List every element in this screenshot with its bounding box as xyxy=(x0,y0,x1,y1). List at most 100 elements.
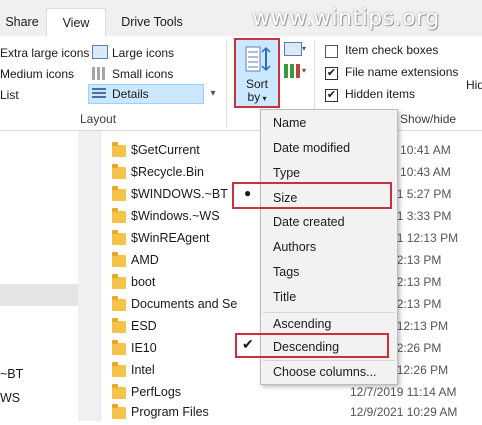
medium-icons-label: Medium icons xyxy=(0,67,75,81)
hidden-items-label: Hidden items xyxy=(345,87,416,101)
file-row[interactable]: Program Files 12/9/2021 10:29 AM xyxy=(112,403,482,425)
layout-extra-large-icons[interactable]: Extra large icons xyxy=(0,44,89,62)
layout-medium-icons[interactable]: Medium icons xyxy=(0,65,74,83)
details-label: Details xyxy=(112,87,149,101)
folder-icon xyxy=(112,340,126,355)
menu-item-label: Authors xyxy=(273,240,317,254)
ribbon-tab-bar: Share View Drive Tools www.wintips.org xyxy=(0,0,482,38)
add-columns-icon[interactable] xyxy=(284,64,300,78)
file-name: $Recycle.Bin xyxy=(131,165,204,179)
layout-list[interactable]: List xyxy=(0,86,19,104)
file-name: $Windows.~WS xyxy=(131,209,220,223)
file-name: Program Files xyxy=(131,405,209,419)
hidden-items-checkbox[interactable]: ✔ xyxy=(325,89,338,102)
add-columns-chevron-icon: ▾ xyxy=(302,66,307,75)
file-name: AMD xyxy=(131,253,159,267)
sort-by-chevron-icon: ▾ xyxy=(260,94,267,103)
small-icons-label: Small icons xyxy=(112,67,174,81)
hide-selected-label[interactable]: Hid xyxy=(466,76,482,94)
file-name: boot xyxy=(131,275,156,289)
menu-item-label: Title xyxy=(273,290,297,304)
group-by-icon[interactable] xyxy=(284,42,302,56)
sort-menu-item-date-modified[interactable]: Date modified xyxy=(261,137,397,159)
nav-item-ws[interactable]: WS xyxy=(0,391,20,405)
file-name: ESD xyxy=(131,319,157,333)
layout-large-icons[interactable]: Large icons xyxy=(112,44,174,62)
folder-shortcut-icon xyxy=(112,296,126,311)
sort-by-button[interactable]: Sort by ▾ xyxy=(234,38,280,108)
file-date: 12/7/2019 11:14 AM xyxy=(350,385,457,399)
nav-item-bt[interactable]: ~BT xyxy=(0,367,23,381)
details-icon xyxy=(92,88,106,100)
menu-item-label: Date modified xyxy=(273,141,351,155)
file-name: Intel xyxy=(131,363,155,377)
tab-view-label: View xyxy=(62,16,90,30)
sort-menu-item-title[interactable]: Title xyxy=(261,286,397,308)
folder-icon xyxy=(112,252,126,267)
folder-icon xyxy=(112,404,126,419)
navigation-scrollbar[interactable] xyxy=(78,131,100,421)
sort-by-line1: Sort xyxy=(245,77,268,91)
layout-group-label: Layout xyxy=(80,112,117,126)
file-name: $GetCurrent xyxy=(131,143,200,157)
checkmark-icon: ✔ xyxy=(242,336,254,352)
sort-menu-item-date-created[interactable]: Date created xyxy=(261,211,397,233)
layout-small-icons[interactable]: Small icons xyxy=(112,65,173,83)
descending-highlight-box xyxy=(235,333,389,358)
menu-item-label: Date created xyxy=(273,215,345,229)
file-row[interactable]: PerfLogs 12/7/2019 11:14 AM xyxy=(112,383,482,405)
file-name: IE10 xyxy=(131,341,157,355)
small-icons-icon xyxy=(92,67,106,80)
tab-view[interactable]: View xyxy=(46,8,106,38)
file-name-extensions-checkbox[interactable]: ✔ xyxy=(325,67,338,80)
sort-menu-item-type[interactable]: Type xyxy=(261,162,397,184)
tab-share-label: Share xyxy=(5,15,39,29)
show-hide-group-label: Show/hide xyxy=(400,112,457,126)
sort-menu-item-tags[interactable]: Tags xyxy=(261,261,397,283)
folder-icon xyxy=(112,384,126,399)
sort-menu-item-authors[interactable]: Authors xyxy=(261,236,397,258)
tab-drive-tools[interactable]: Drive Tools xyxy=(106,8,198,36)
folder-icon xyxy=(112,208,126,223)
menu-item-label: Ascending xyxy=(273,317,332,331)
folder-icon xyxy=(112,230,126,245)
sort-menu-item-ascending[interactable]: Ascending xyxy=(261,313,397,335)
ribbon-separator xyxy=(226,40,227,128)
folder-icon xyxy=(112,318,126,333)
item-check-boxes-label: Item check boxes xyxy=(345,43,439,57)
file-date: 12/9/2021 10:29 AM xyxy=(350,405,458,419)
file-name: PerfLogs xyxy=(131,385,182,399)
menu-item-label: Name xyxy=(273,116,307,130)
folder-icon xyxy=(112,362,126,377)
sort-menu-item-choose-columns[interactable]: Choose columns... xyxy=(261,361,397,383)
folder-icon xyxy=(112,186,126,201)
sort-icon xyxy=(245,46,271,72)
folder-icon xyxy=(112,274,126,289)
layout-expand-icon[interactable]: ▾ xyxy=(208,84,218,104)
menu-item-label: Tags xyxy=(273,265,300,279)
size-highlight-box xyxy=(232,182,392,209)
sort-menu-item-name[interactable]: Name xyxy=(261,112,397,134)
tab-drive-tools-label: Drive Tools xyxy=(121,15,183,29)
item-check-boxes-checkbox[interactable] xyxy=(325,45,338,58)
large-icons-label: Large icons xyxy=(112,46,175,60)
ribbon-view: Extra large icons Large icons Medium ico… xyxy=(0,36,482,131)
sort-by-label: Sort by ▾ xyxy=(236,78,278,105)
file-name: Documents and Se xyxy=(131,297,238,311)
list-label: List xyxy=(0,88,19,102)
nav-selected-item[interactable] xyxy=(0,284,78,306)
group-by-chevron-icon: ▾ xyxy=(302,44,307,53)
selected-bullet-icon: ● xyxy=(244,186,252,200)
file-name: $WinREAgent xyxy=(131,231,210,245)
extra-large-icons-label: Extra large icons xyxy=(0,46,90,60)
menu-item-label: Type xyxy=(273,166,301,180)
large-icons-icon xyxy=(92,45,108,59)
menu-item-label: Choose columns... xyxy=(273,365,377,379)
watermark: www.wintips.org xyxy=(252,6,440,31)
tab-share[interactable]: Share xyxy=(0,8,44,36)
file-name: $WINDOWS.~BT xyxy=(131,187,228,201)
folder-icon xyxy=(112,164,126,179)
sort-by-line2: by xyxy=(247,90,261,104)
folder-icon xyxy=(112,142,126,157)
file-name-extensions-label: File name extensions xyxy=(345,65,459,79)
